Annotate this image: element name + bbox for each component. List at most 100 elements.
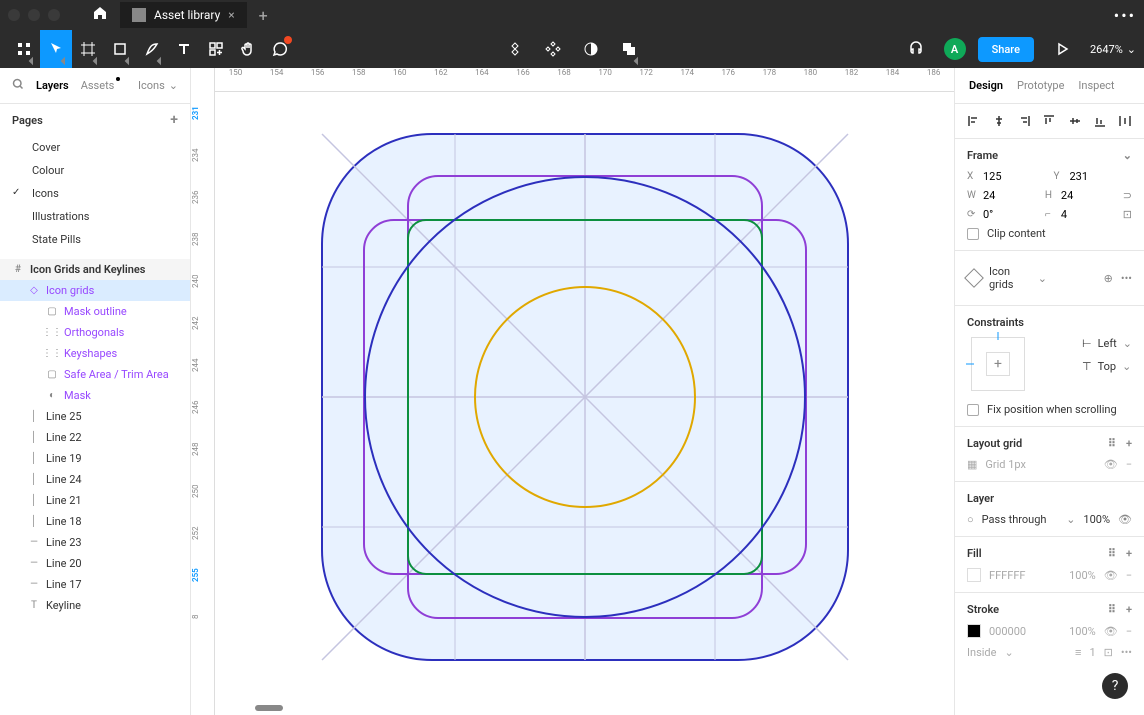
pen-tool[interactable] <box>136 30 168 68</box>
add-fill-icon[interactable]: + <box>1126 547 1132 560</box>
mask-button[interactable] <box>575 30 607 68</box>
page-item[interactable]: Cover <box>0 136 190 159</box>
stroke-width-input[interactable]: 1 <box>1089 646 1095 659</box>
maximize-window[interactable] <box>48 9 60 21</box>
style-more-icon[interactable]: ••• <box>1121 272 1132 285</box>
fill-swatch[interactable] <box>967 568 981 582</box>
page-item[interactable]: State Pills <box>0 228 190 251</box>
constraint-h-select[interactable]: ⊢Left⌄ <box>1082 337 1132 350</box>
width-input[interactable] <box>983 189 1023 202</box>
shape-tool[interactable] <box>104 30 136 68</box>
stroke-opacity-input[interactable]: 100% <box>1069 625 1096 638</box>
user-avatar[interactable]: A <box>944 38 966 60</box>
remove-fill-icon[interactable]: − <box>1126 569 1132 582</box>
link-dimensions-icon[interactable]: ⊃ <box>1123 189 1132 202</box>
add-grid-icon[interactable]: + <box>1126 437 1132 450</box>
blend-mode-select[interactable]: Pass through <box>982 513 1059 526</box>
layer-item[interactable]: │Line 22 <box>0 427 190 448</box>
audio-icon[interactable] <box>900 30 932 68</box>
stroke-align-select[interactable]: Inside <box>967 646 996 659</box>
layer-item[interactable]: ◐Mask <box>0 385 190 406</box>
design-tab[interactable]: Design <box>969 79 1003 92</box>
add-page-button[interactable]: + <box>170 112 178 128</box>
layer-item[interactable]: —Line 20 <box>0 553 190 574</box>
fill-opacity-input[interactable]: 100% <box>1069 569 1096 582</box>
move-tool[interactable] <box>40 30 72 68</box>
independent-corners-icon[interactable]: ⊡ <box>1123 208 1132 221</box>
clip-content-checkbox[interactable] <box>967 228 979 240</box>
horizontal-scrollbar[interactable] <box>255 705 283 711</box>
align-left-icon[interactable] <box>965 112 982 130</box>
stroke-styles-icon[interactable]: ⠿ <box>1108 603 1116 616</box>
layer-item[interactable]: ⋮⋮Orthogonals <box>0 322 190 343</box>
page-selector[interactable]: Icons ⌄ <box>138 79 178 92</box>
layer-item[interactable]: │Line 18 <box>0 511 190 532</box>
x-input[interactable] <box>983 170 1023 183</box>
stroke-hex-input[interactable]: 000000 <box>989 625 1061 638</box>
remove-stroke-icon[interactable]: − <box>1126 625 1132 638</box>
y-input[interactable] <box>1070 170 1110 183</box>
layers-tab[interactable]: Layers <box>36 79 69 92</box>
opacity-input[interactable]: 100% <box>1083 513 1110 526</box>
align-vcenter-icon[interactable] <box>1066 112 1083 130</box>
layer-item[interactable]: ▢Mask outline <box>0 301 190 322</box>
canvas[interactable]: 231 234 236 238 240 242 244 246 248 250 … <box>191 68 954 715</box>
add-stroke-icon[interactable]: + <box>1126 603 1132 616</box>
boolean-ops-button[interactable] <box>613 30 645 68</box>
visibility-icon[interactable]: 👁 <box>1118 513 1132 526</box>
stroke-swatch[interactable] <box>967 624 981 638</box>
share-button[interactable]: Share <box>978 37 1034 62</box>
align-bottom-icon[interactable] <box>1091 112 1108 130</box>
align-top-icon[interactable] <box>1041 112 1058 130</box>
help-button[interactable]: ? <box>1102 673 1128 699</box>
stroke-visibility-icon[interactable]: 👁 <box>1104 625 1118 638</box>
home-icon[interactable] <box>92 5 108 25</box>
layer-item[interactable]: —Line 23 <box>0 532 190 553</box>
layer-item[interactable]: │Line 24 <box>0 469 190 490</box>
fill-visibility-icon[interactable]: 👁 <box>1104 569 1118 582</box>
radius-input[interactable] <box>1061 208 1101 221</box>
page-item[interactable]: Icons <box>0 182 190 205</box>
layer-item[interactable]: │Line 21 <box>0 490 190 511</box>
chevron-down-icon[interactable]: ⌄ <box>1038 272 1047 285</box>
constraints-widget[interactable]: + <box>971 337 1025 391</box>
prototype-tab[interactable]: Prototype <box>1017 79 1064 92</box>
present-button[interactable] <box>1046 30 1078 68</box>
add-tab-button[interactable]: + <box>259 6 268 25</box>
close-window[interactable] <box>8 9 20 21</box>
file-tab[interactable]: Asset library × <box>120 2 247 28</box>
distribute-icon[interactable] <box>1117 112 1134 130</box>
layer-item[interactable]: —Line 17 <box>0 574 190 595</box>
remove-grid-icon[interactable]: − <box>1126 458 1132 471</box>
style-target-icon[interactable]: ⊕ <box>1104 272 1113 285</box>
comment-tool[interactable] <box>264 30 296 68</box>
chevron-down-icon[interactable]: ⌄ <box>1123 149 1132 162</box>
layer-item[interactable]: TKeyline <box>0 595 190 616</box>
stroke-per-side-icon[interactable]: ⊡ <box>1104 646 1113 659</box>
hand-tool[interactable] <box>232 30 264 68</box>
align-hcenter-icon[interactable] <box>990 112 1007 130</box>
inspect-tab[interactable]: Inspect <box>1078 79 1114 92</box>
rotation-input[interactable] <box>983 208 1023 221</box>
frame-layer[interactable]: # Icon Grids and Keylines <box>0 259 190 280</box>
page-item[interactable]: Colour <box>0 159 190 182</box>
fix-scroll-checkbox[interactable] <box>967 404 979 416</box>
fill-styles-icon[interactable]: ⠿ <box>1108 547 1116 560</box>
search-icon[interactable] <box>12 78 24 93</box>
icon-grid-artwork[interactable] <box>320 132 850 662</box>
create-component-button[interactable] <box>499 30 531 68</box>
zoom-control[interactable]: 2647%⌄ <box>1090 43 1136 56</box>
main-menu-button[interactable] <box>8 30 40 68</box>
more-menu-icon[interactable]: ••• <box>1114 6 1136 25</box>
page-item[interactable]: Illustrations <box>0 205 190 228</box>
resources-tool[interactable] <box>200 30 232 68</box>
text-tool[interactable] <box>168 30 200 68</box>
close-tab-icon[interactable]: × <box>228 8 234 22</box>
align-right-icon[interactable] <box>1016 112 1033 130</box>
grid-styles-icon[interactable]: ⠿ <box>1108 437 1116 450</box>
grid-visibility-icon[interactable]: 👁 <box>1104 458 1118 471</box>
layer-item[interactable]: │Line 19 <box>0 448 190 469</box>
height-input[interactable] <box>1061 189 1101 202</box>
stroke-more-icon[interactable]: ••• <box>1121 646 1132 659</box>
assets-tab[interactable]: Assets <box>81 79 115 92</box>
